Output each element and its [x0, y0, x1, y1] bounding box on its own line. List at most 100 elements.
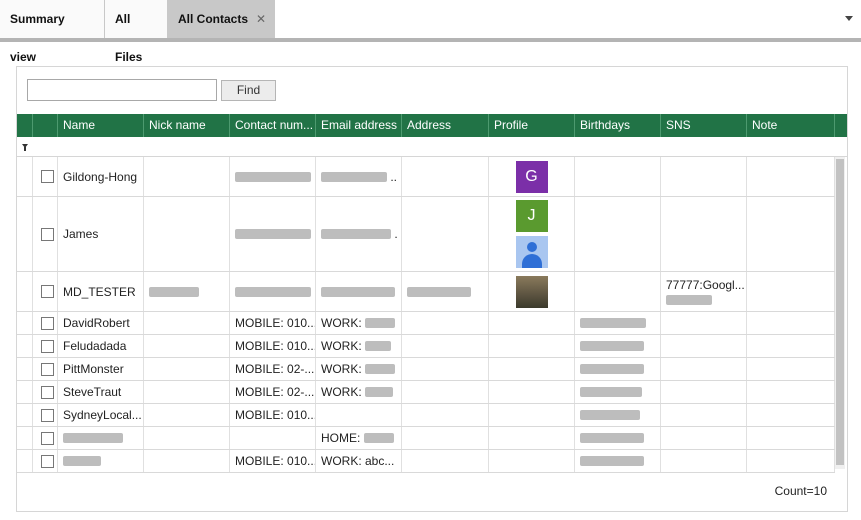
contact-email: ..	[316, 157, 402, 196]
contact-birthday	[575, 197, 661, 271]
row-checkbox-cell	[33, 450, 58, 472]
row-gutter	[17, 404, 33, 426]
row-checkbox-cell	[33, 197, 58, 271]
email-type: WORK:	[321, 339, 362, 353]
contact-nick	[144, 358, 230, 380]
header-profile[interactable]: Profile	[489, 114, 575, 137]
header-contact-number[interactable]: Contact num...	[230, 114, 316, 137]
header-note[interactable]: Note	[747, 114, 835, 137]
table-row[interactable]: James . J	[17, 197, 835, 272]
table-row[interactable]: HOME:	[17, 427, 835, 450]
row-gutter	[17, 335, 33, 357]
row-checkbox-cell	[33, 381, 58, 403]
contact-email: WORK:	[316, 312, 402, 334]
contact-nick	[144, 335, 230, 357]
table-row[interactable]: SteveTraut MOBILE: 02-... WORK:	[17, 381, 835, 404]
table-row[interactable]: PittMonster MOBILE: 02-... WORK:	[17, 358, 835, 381]
row-checkbox-cell	[33, 404, 58, 426]
row-checkbox[interactable]	[41, 170, 54, 183]
contact-number: MOBILE: 02-...	[230, 358, 316, 380]
contact-email: WORK:	[316, 335, 402, 357]
row-checkbox[interactable]	[41, 339, 54, 353]
close-icon[interactable]: ✕	[256, 0, 266, 38]
row-checkbox[interactable]	[41, 431, 54, 445]
contact-profile	[489, 358, 575, 380]
table-row[interactable]: Feludadada MOBILE: 010... WORK:	[17, 335, 835, 358]
contact-name: Gildong-Hong	[58, 157, 144, 196]
contact-address	[402, 404, 489, 426]
contact-note	[747, 404, 835, 426]
contact-name: DavidRobert	[58, 312, 144, 334]
tab-all-files[interactable]: All Files	[105, 0, 168, 64]
grid-header: Name Nick name Contact num... Email addr…	[17, 114, 847, 137]
contact-number: MOBILE: 010...	[230, 404, 316, 426]
tab-summary-view[interactable]: Summary view	[0, 0, 105, 64]
contact-sns	[661, 404, 747, 426]
table-row[interactable]: Gildong-Hong .. G	[17, 157, 835, 197]
contact-profile	[489, 335, 575, 357]
row-gutter	[17, 197, 33, 271]
contact-address	[402, 381, 489, 403]
row-checkbox[interactable]	[41, 385, 54, 399]
row-checkbox-cell	[33, 427, 58, 449]
table-row[interactable]: MOBILE: 010... WORK: abc...	[17, 450, 835, 473]
avatar: J	[515, 200, 548, 232]
contact-birthday	[575, 358, 661, 380]
email-type: WORK:	[321, 385, 362, 399]
row-checkbox[interactable]	[41, 316, 54, 330]
email-type: HOME:	[321, 431, 361, 445]
contact-number: MOBILE: 010...	[230, 450, 316, 472]
table-row[interactable]: DavidRobert MOBILE: 010... WORK:	[17, 312, 835, 335]
search-input[interactable]	[27, 79, 217, 101]
row-checkbox-cell	[33, 335, 58, 357]
email-type: WORK:	[321, 316, 362, 330]
contact-number	[230, 427, 316, 449]
table-row[interactable]: MD_TESTER 77777:Googl...	[17, 272, 835, 312]
contact-nick	[144, 312, 230, 334]
contact-nick	[144, 197, 230, 271]
row-gutter	[17, 427, 33, 449]
contact-profile	[489, 404, 575, 426]
email-type: WORK:	[321, 362, 362, 376]
chevron-down-icon[interactable]	[843, 12, 857, 26]
header-birthdays[interactable]: Birthdays	[575, 114, 661, 137]
record-count: Count=10	[774, 484, 827, 498]
row-checkbox[interactable]	[41, 362, 54, 376]
header-address[interactable]: Address	[402, 114, 489, 137]
avatar: G	[515, 160, 548, 193]
contact-name	[58, 427, 144, 449]
contact-sns	[661, 312, 747, 334]
profile-photo	[515, 275, 548, 308]
contact-email: WORK: abc...	[316, 450, 402, 472]
header-nick-name[interactable]: Nick name	[144, 114, 230, 137]
contact-birthday	[575, 404, 661, 426]
row-checkbox[interactable]	[41, 408, 54, 422]
filter-icon[interactable]	[22, 144, 28, 151]
header-sns[interactable]: SNS	[661, 114, 747, 137]
row-checkbox[interactable]	[41, 285, 54, 298]
header-email-address[interactable]: Email address	[316, 114, 402, 137]
contact-name: MD_TESTER	[58, 272, 144, 311]
contact-email: WORK:	[316, 358, 402, 380]
find-button[interactable]: Find	[221, 80, 276, 101]
filter-row	[17, 137, 847, 157]
contact-sns	[661, 335, 747, 357]
contact-note	[747, 272, 835, 311]
contact-number: MOBILE: 010...	[230, 312, 316, 334]
contact-address	[402, 312, 489, 334]
table-row[interactable]: SydneyLocal... MOBILE: 010...	[17, 404, 835, 427]
row-checkbox[interactable]	[41, 227, 54, 241]
header-select[interactable]	[33, 114, 58, 137]
vertical-scrollbar[interactable]	[835, 157, 845, 469]
row-checkbox[interactable]	[41, 454, 54, 468]
contact-nick	[144, 427, 230, 449]
scrollbar-thumb[interactable]	[836, 159, 844, 465]
tab-all-contacts[interactable]: All Contacts ✕	[168, 0, 275, 38]
header-name[interactable]: Name	[58, 114, 144, 137]
contact-sns: 77777:Googl...	[661, 272, 747, 311]
contact-note	[747, 157, 835, 196]
contact-nick	[144, 272, 230, 311]
contact-profile	[489, 427, 575, 449]
row-gutter	[17, 157, 33, 196]
contact-birthday	[575, 157, 661, 196]
